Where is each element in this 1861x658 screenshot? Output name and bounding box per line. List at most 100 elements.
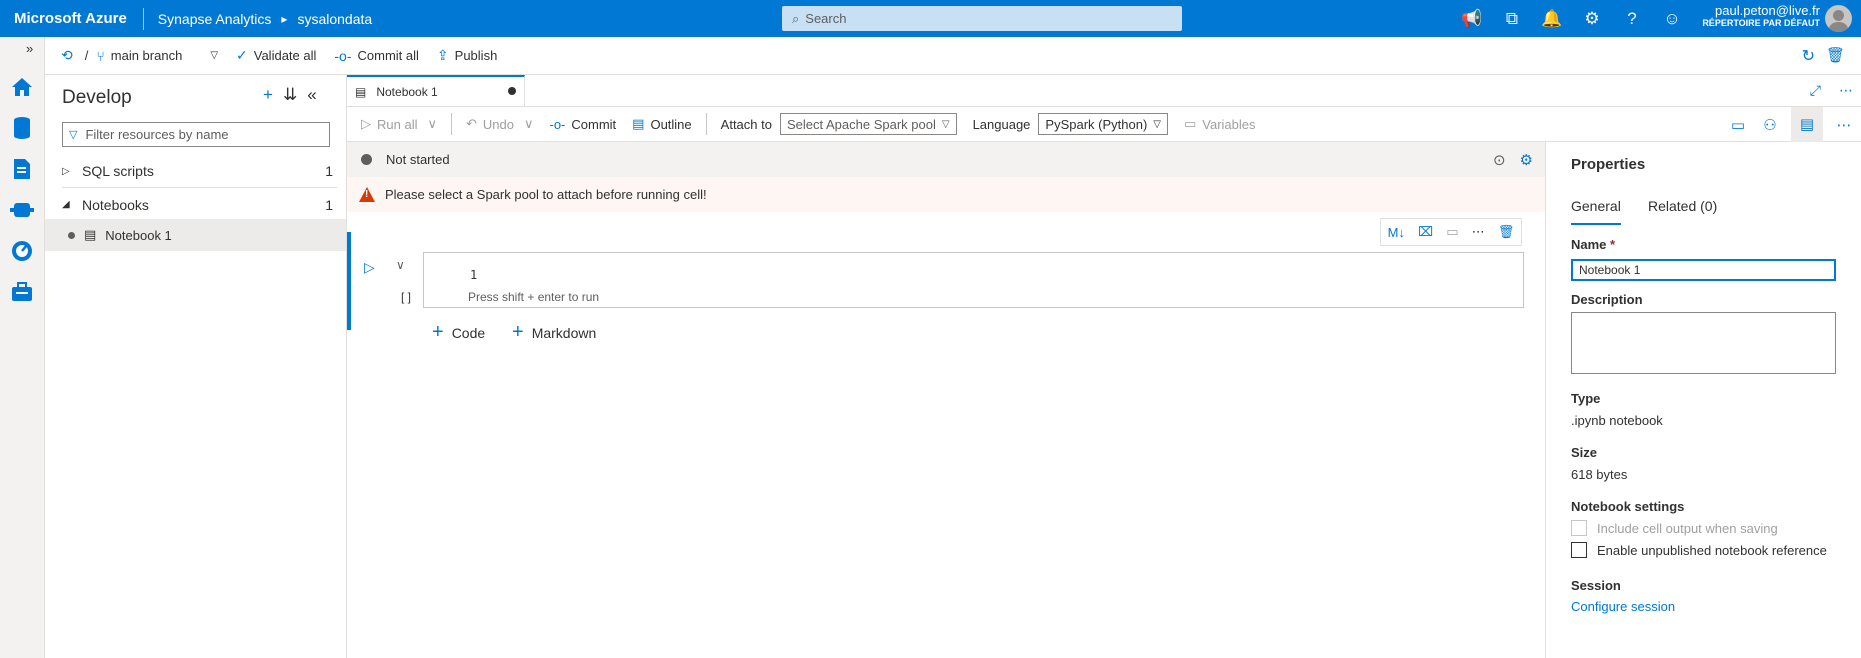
add-code-cell-button[interactable]: + Code [432, 321, 485, 344]
commit-button[interactable]: -o- Commit [549, 117, 616, 132]
variables-label: Variables [1202, 116, 1256, 132]
session-settings-icon[interactable]: ⚙ [1520, 151, 1533, 169]
develop-icon[interactable] [10, 157, 34, 181]
collapse-cell-icon[interactable]: ∨ [396, 258, 405, 272]
clear-output-icon[interactable]: ⌧ [1418, 224, 1433, 240]
add-markdown-cell-button[interactable]: + Markdown [512, 321, 596, 344]
expand-rail-icon[interactable]: » [26, 41, 33, 56]
include-output-checkbox[interactable]: Include cell output when saving [1571, 520, 1778, 536]
editor-tab-bar: ▤ Notebook 1 ⤢ ⋯ [347, 75, 1861, 107]
validate-icon: ✓ [236, 47, 248, 63]
search-input[interactable]: Search [805, 11, 846, 26]
brand-title[interactable]: Microsoft Azure [0, 7, 144, 30]
run-all-label: Run all [377, 116, 418, 132]
divider [450, 113, 452, 135]
description-field[interactable] [1571, 312, 1836, 374]
spark-pool-select[interactable]: Select Apache Spark pool ▽ [779, 113, 957, 135]
language-value: PySpark (Python) [1045, 116, 1148, 132]
variables-button[interactable]: ▭ Variables [1184, 116, 1256, 132]
publish-button[interactable]: ⇪ Publish [437, 47, 497, 64]
markdown-toggle-icon[interactable]: M↓ [1388, 225, 1405, 240]
commit-label: Commit [571, 116, 617, 132]
plus-icon: + [512, 321, 524, 343]
name-field[interactable]: Notebook 1 [1571, 259, 1836, 281]
type-value: .ipynb notebook [1571, 413, 1663, 428]
monitor-icon[interactable] [10, 239, 34, 263]
filter-input[interactable]: Filter resources by name [85, 127, 228, 142]
tab-related[interactable]: Related (0) [1648, 198, 1717, 225]
comment-icon[interactable]: ▭ [1446, 224, 1458, 240]
properties-icon[interactable]: ▤ [1791, 107, 1823, 142]
variables-icon: ▭ [1183, 116, 1197, 131]
tree-item-notebook-1[interactable]: ▤ Notebook 1 [45, 219, 346, 251]
publish-label: Publish [454, 48, 498, 63]
branch-selector[interactable]: ⑂ main branch ▽ [96, 48, 218, 64]
outline-button[interactable]: ▤ Outline [632, 116, 692, 132]
comments-icon[interactable]: ▭ [1727, 116, 1749, 134]
data-icon[interactable] [10, 116, 34, 140]
warning-banner: Please select a Spark pool to attach bef… [347, 177, 1545, 212]
announcement-icon[interactable]: 📢 [1452, 9, 1492, 29]
filter-field[interactable]: ▽ Filter resources by name [62, 122, 330, 147]
chevron-down-icon: ∨ [523, 116, 534, 131]
collapse-all-icon[interactable]: ⇊ [283, 85, 297, 105]
commit-icon: -o- [334, 47, 352, 64]
outline-label: Outline [650, 116, 692, 132]
description-label: Description [1571, 292, 1643, 307]
run-cell-icon[interactable]: ▷ [364, 259, 375, 276]
tab-general[interactable]: General [1571, 198, 1621, 225]
language-select[interactable]: PySpark (Python) ▽ [1038, 113, 1168, 135]
run-options-chevron[interactable]: ∨ [427, 116, 437, 132]
feedback-icon[interactable]: ☺ [1652, 9, 1692, 29]
settings-icon[interactable]: ⚙ [1572, 9, 1612, 29]
validate-all-button[interactable]: ✓ Validate all [236, 47, 316, 64]
undo-options-chevron[interactable]: ∨ [524, 116, 534, 132]
outline-icon: ▤ [632, 116, 645, 131]
breadcrumb-service[interactable]: Synapse Analytics [144, 11, 272, 27]
tree-group-notebooks[interactable]: ◢ Notebooks 1 [62, 188, 337, 221]
checkbox-box [1571, 542, 1587, 558]
avatar[interactable] [1825, 5, 1852, 32]
home-icon[interactable] [10, 75, 34, 99]
undo-button[interactable]: ↶ Undo [466, 116, 514, 132]
top-icons: 📢 ⧉ 🔔 ⚙ ? ☺ [1452, 0, 1692, 37]
sessions-icon[interactable]: ⚇ [1759, 116, 1781, 134]
switch-directory-icon[interactable]: ⧉ [1492, 9, 1532, 29]
add-resource-icon[interactable]: + [263, 85, 273, 105]
manage-icon[interactable] [10, 280, 34, 304]
breadcrumb-workspace[interactable]: sysalondata [297, 11, 372, 27]
search-box[interactable]: ⌕ Search [782, 6, 1182, 31]
top-bar: Microsoft Azure Synapse Analytics ▸ sysa… [0, 0, 1861, 37]
spark-pool-value: Select Apache Spark pool [786, 116, 936, 132]
maximize-icon[interactable]: ⤢ [1810, 82, 1821, 99]
refresh-icon[interactable]: ↻ [1802, 46, 1815, 66]
devops-icon[interactable]: ⟲ [61, 47, 79, 64]
undo-icon: ↶ [465, 116, 477, 131]
notifications-icon[interactable]: 🔔 [1532, 9, 1572, 29]
code-editor[interactable]: 1 Press shift + enter to run [423, 252, 1524, 308]
help-icon[interactable]: ? [1612, 9, 1652, 29]
notebook-settings-label: Notebook settings [1571, 499, 1685, 514]
run-all-button[interactable]: ▷ Run all [361, 116, 417, 132]
user-info[interactable]: paul.peton@live.fr RÉPERTOIRE PAR DÉFAUT [1690, 4, 1820, 30]
tree-item-label: Notebook 1 [105, 227, 172, 243]
tree-group-sql-scripts[interactable]: ▷ SQL scripts 1 [62, 155, 337, 188]
more-icon[interactable]: ⋯ [1833, 116, 1855, 134]
collapse-panel-icon[interactable]: « [307, 85, 316, 105]
main-toolbar: ⟲ / ⑂ main branch ▽ ✓ Validate all -o- C… [45, 37, 1861, 75]
configure-session-link[interactable]: Configure session [1571, 599, 1675, 614]
tree-group-count: 1 [325, 196, 333, 213]
add-markdown-label: Markdown [531, 324, 597, 341]
more-icon[interactable]: ⋯ [1472, 224, 1485, 240]
unpublished-reference-checkbox[interactable]: Enable unpublished notebook reference [1571, 542, 1827, 558]
delete-icon[interactable]: 🗑 [1498, 224, 1515, 240]
integrate-icon[interactable] [10, 198, 34, 222]
discard-icon[interactable]: 🗑 [1826, 46, 1845, 64]
tab-notebook-1[interactable]: ▤ Notebook 1 [347, 75, 525, 107]
path-separator: / [84, 48, 89, 63]
more-icon[interactable]: ⋯ [1839, 82, 1853, 99]
chevron-down-icon: ∨ [427, 116, 437, 131]
stop-session-icon[interactable]: ⊙ [1493, 151, 1506, 169]
publish-icon: ⇪ [436, 47, 449, 63]
commit-all-button[interactable]: -o- Commit all [334, 48, 419, 64]
